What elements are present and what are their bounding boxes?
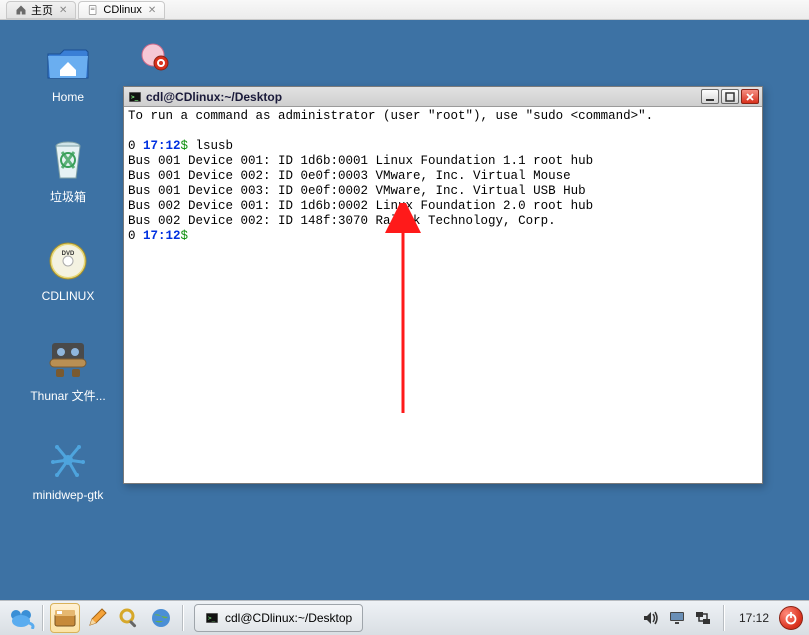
tab-label: CDlinux	[103, 4, 142, 16]
terminal-prompt-line: 0 17:12$	[128, 229, 758, 244]
svg-text:>_: >_	[208, 615, 216, 622]
folder-home-icon	[44, 38, 92, 86]
terminal-icon: >_	[128, 90, 142, 104]
globe-icon	[150, 607, 172, 629]
separator	[723, 605, 725, 631]
taskbar: >_ cdl@CDlinux:~/Desktop	[0, 600, 809, 635]
launcher-pencil[interactable]	[82, 603, 112, 633]
close-button[interactable]	[741, 89, 759, 104]
maximize-button[interactable]	[721, 89, 739, 104]
pacifier-icon	[136, 38, 176, 83]
desktop-icon-label: 垃圾箱	[50, 188, 86, 205]
drawer-icon	[53, 608, 77, 628]
page-icon	[87, 4, 99, 16]
desktop-icon-label: CDLINUX	[42, 289, 95, 303]
zoom-icon	[118, 607, 140, 629]
task-label: cdl@CDlinux:~/Desktop	[225, 611, 352, 625]
launcher-search[interactable]	[114, 603, 144, 633]
home-icon	[15, 4, 27, 16]
separator	[42, 605, 44, 631]
splash-icon	[44, 436, 92, 484]
close-icon[interactable]: ✕	[59, 5, 67, 16]
browser-tabbar: 主页 ✕ CDlinux ✕	[0, 0, 809, 20]
minimize-button[interactable]	[701, 89, 719, 104]
power-icon	[784, 611, 798, 625]
desktop-icon-thunar[interactable]: Thunar 文件...	[23, 335, 113, 404]
desktop-icon-label: Thunar 文件...	[30, 387, 105, 404]
pencil-icon	[86, 607, 108, 629]
tab-home[interactable]: 主页 ✕	[6, 1, 76, 19]
terminal-line: Bus 001 Device 003: ID 0e0f:0002 VMware,…	[128, 184, 758, 199]
launcher-xfce[interactable]	[6, 603, 36, 633]
dvd-icon: DVD	[44, 237, 92, 285]
desktop-icon-trash[interactable]: 垃圾箱	[23, 136, 113, 205]
trash-icon	[44, 136, 92, 184]
tray-volume[interactable]	[641, 608, 661, 628]
network-icon	[694, 609, 712, 627]
taskbar-clock[interactable]: 17:12	[735, 611, 773, 625]
terminal-titlebar[interactable]: >_ cdl@CDlinux:~/Desktop	[124, 87, 762, 107]
desktop-icon-home[interactable]: Home	[23, 38, 113, 104]
desktop[interactable]: Home 垃圾箱	[0, 20, 809, 600]
desktop-icon-cdlinux[interactable]: DVD CDLINUX	[23, 237, 113, 303]
display-icon	[668, 609, 686, 627]
launcher-globe[interactable]	[146, 603, 176, 633]
terminal-line: Bus 001 Device 001: ID 1d6b:0001 Linux F…	[128, 154, 758, 169]
close-icon[interactable]: ✕	[148, 5, 156, 16]
desktop-icon-label: Home	[52, 90, 84, 104]
tray-network[interactable]	[693, 608, 713, 628]
terminal-line: Bus 002 Device 001: ID 1d6b:0002 Linux F…	[128, 199, 758, 214]
terminal-prompt-line: 0 17:12$ lsusb	[128, 139, 758, 154]
separator	[182, 605, 184, 631]
terminal-icon: >_	[205, 611, 219, 625]
desktop-icon-pacifier[interactable]	[136, 38, 176, 83]
terminal-body[interactable]: To run a command as administrator (user …	[124, 107, 762, 246]
thunar-icon	[44, 335, 92, 383]
desktop-icon-label: minidwep-gtk	[33, 488, 104, 502]
tray-display[interactable]	[667, 608, 687, 628]
tab-label: 主页	[31, 2, 53, 18]
power-button[interactable]	[779, 606, 803, 630]
volume-icon	[642, 609, 660, 627]
svg-text:>_: >_	[131, 94, 139, 101]
tab-cdlinux[interactable]: CDlinux ✕	[78, 1, 165, 19]
terminal-line: To run a command as administrator (user …	[128, 109, 758, 124]
svg-text:DVD: DVD	[62, 251, 75, 257]
terminal-line: Bus 001 Device 002: ID 0e0f:0003 VMware,…	[128, 169, 758, 184]
taskbar-task-terminal[interactable]: >_ cdl@CDlinux:~/Desktop	[194, 604, 363, 632]
xfce-mouse-icon	[7, 607, 35, 629]
terminal-line: Bus 002 Device 002: ID 148f:3070 Ralink …	[128, 214, 758, 229]
terminal-window[interactable]: >_ cdl@CDlinux:~/Desktop To run a comman…	[123, 86, 763, 484]
desktop-icon-minidwep[interactable]: minidwep-gtk	[23, 436, 113, 502]
window-title: cdl@CDlinux:~/Desktop	[146, 90, 701, 104]
launcher-filemanager[interactable]	[50, 603, 80, 633]
